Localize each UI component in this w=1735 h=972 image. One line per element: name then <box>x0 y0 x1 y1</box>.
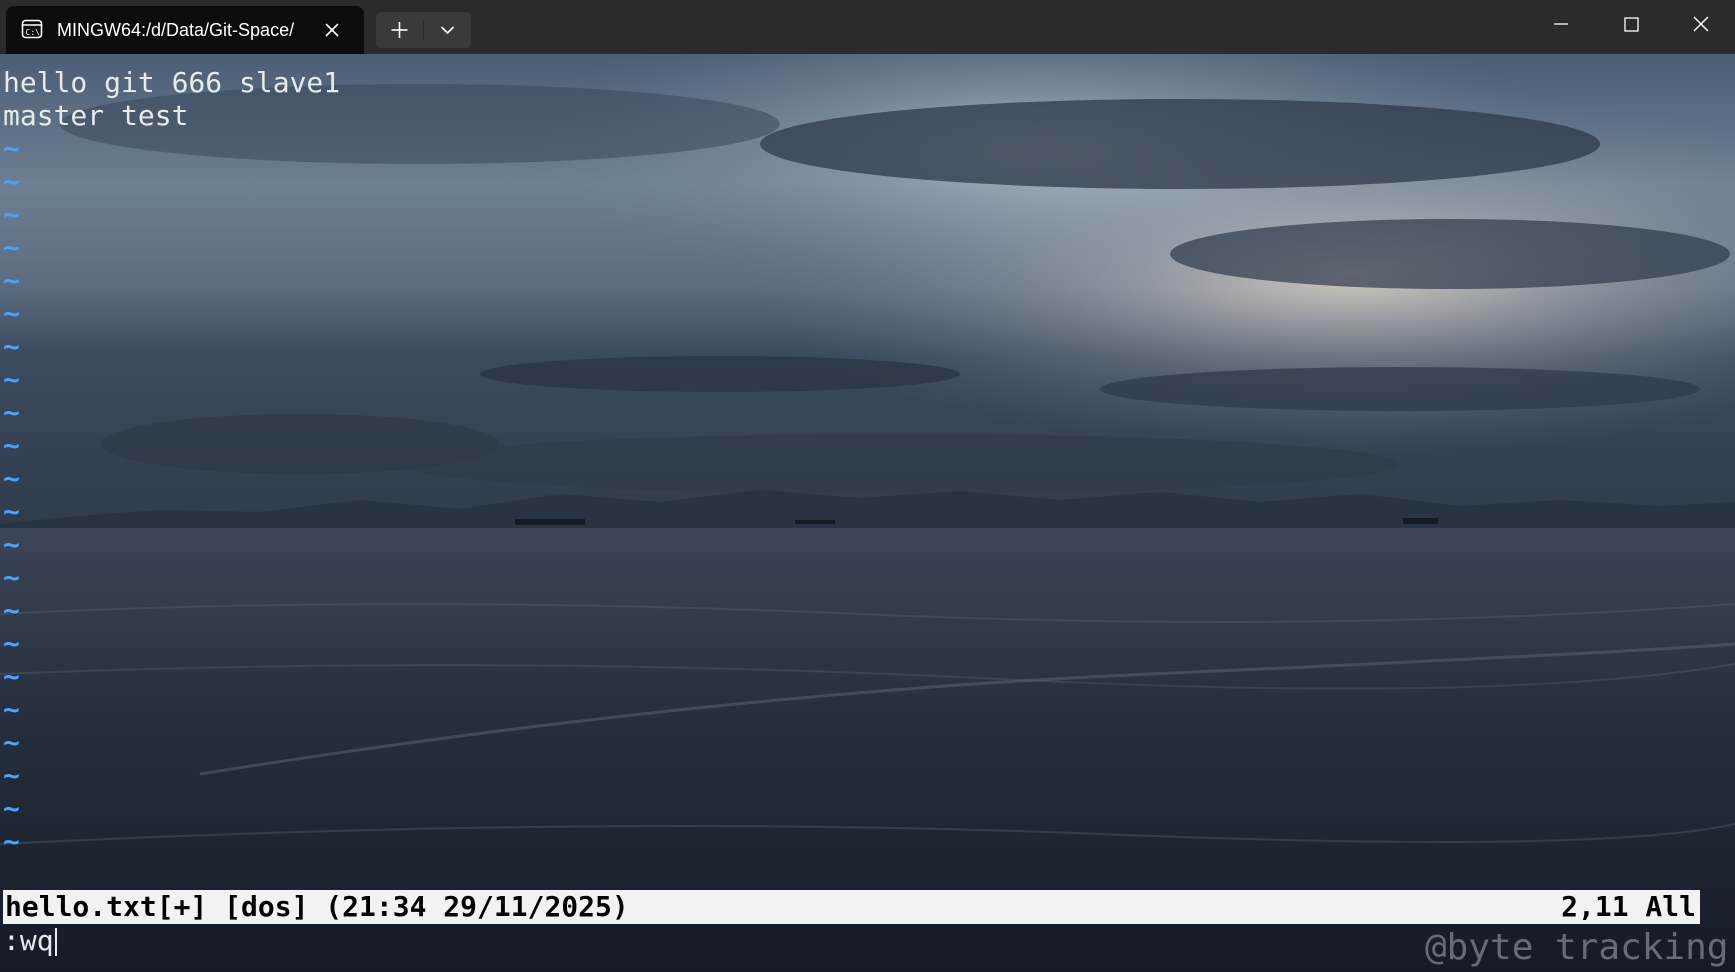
empty-line-marker: ~ <box>3 231 20 264</box>
empty-line-marker: ~ <box>3 330 20 363</box>
empty-line-marker: ~ <box>3 297 20 330</box>
empty-line-marker: ~ <box>3 726 20 759</box>
empty-line-marker: ~ <box>3 198 20 231</box>
command-text: :wq <box>3 924 54 957</box>
empty-line-marker: ~ <box>3 264 20 297</box>
empty-line-marker: ~ <box>3 363 20 396</box>
terminal-window: C:\ MINGW64:/d/Data/Git-Space/ hello git… <box>0 0 1735 972</box>
title-bar: C:\ MINGW64:/d/Data/Git-Space/ <box>0 0 1735 54</box>
command-line[interactable]: :wq <box>3 924 57 958</box>
minimize-button[interactable] <box>1527 0 1595 48</box>
cursor-position: 2,11 All <box>1561 890 1696 923</box>
terminal-icon: C:\ <box>21 18 43 40</box>
editor-buffer[interactable]: hello git 666 slave1 master test ~ ~ ~ ~… <box>3 66 1723 858</box>
watermark: @byte tracking <box>1425 927 1729 968</box>
empty-line-marker: ~ <box>3 660 20 693</box>
empty-line-marker: ~ <box>3 495 20 528</box>
tab-mingw64[interactable]: C:\ MINGW64:/d/Data/Git-Space/ <box>6 6 364 54</box>
empty-line-marker: ~ <box>3 627 20 660</box>
terminal-area[interactable]: hello git 666 slave1 master test ~ ~ ~ ~… <box>0 54 1735 972</box>
close-tab-icon[interactable] <box>322 20 342 40</box>
empty-line-marker: ~ <box>3 132 20 165</box>
close-icon <box>1693 16 1709 32</box>
text-cursor <box>54 928 57 956</box>
chevron-down-icon <box>440 26 455 35</box>
empty-line-marker: ~ <box>3 825 20 858</box>
svg-text:C:\: C:\ <box>26 28 41 37</box>
plus-icon <box>391 22 408 38</box>
new-tab-group <box>376 12 471 48</box>
empty-line-marker: ~ <box>3 528 20 561</box>
empty-line-marker: ~ <box>3 693 20 726</box>
tab-title: MINGW64:/d/Data/Git-Space/ <box>57 20 295 40</box>
empty-line-marker: ~ <box>3 594 20 627</box>
maximize-button[interactable] <box>1597 0 1665 48</box>
empty-line-marker: ~ <box>3 165 20 198</box>
buffer-line: master test <box>3 99 189 132</box>
minimize-icon <box>1554 23 1568 25</box>
empty-line-marker: ~ <box>3 792 20 825</box>
file-status: hello.txt[+] [dos] (21:34 29/11/2025) <box>5 890 629 923</box>
tab-dropdown-button[interactable] <box>424 12 471 48</box>
empty-line-marker: ~ <box>3 561 20 594</box>
vim-status-line: hello.txt[+] [dos] (21:34 29/11/2025) 2,… <box>3 890 1700 924</box>
maximize-icon <box>1624 17 1639 32</box>
new-tab-button[interactable] <box>376 12 423 48</box>
empty-line-marker: ~ <box>3 462 20 495</box>
buffer-line: hello git 666 slave1 <box>3 66 341 99</box>
empty-line-marker: ~ <box>3 429 20 462</box>
empty-line-marker: ~ <box>3 759 20 792</box>
close-window-button[interactable] <box>1667 0 1735 48</box>
empty-line-marker: ~ <box>3 396 20 429</box>
